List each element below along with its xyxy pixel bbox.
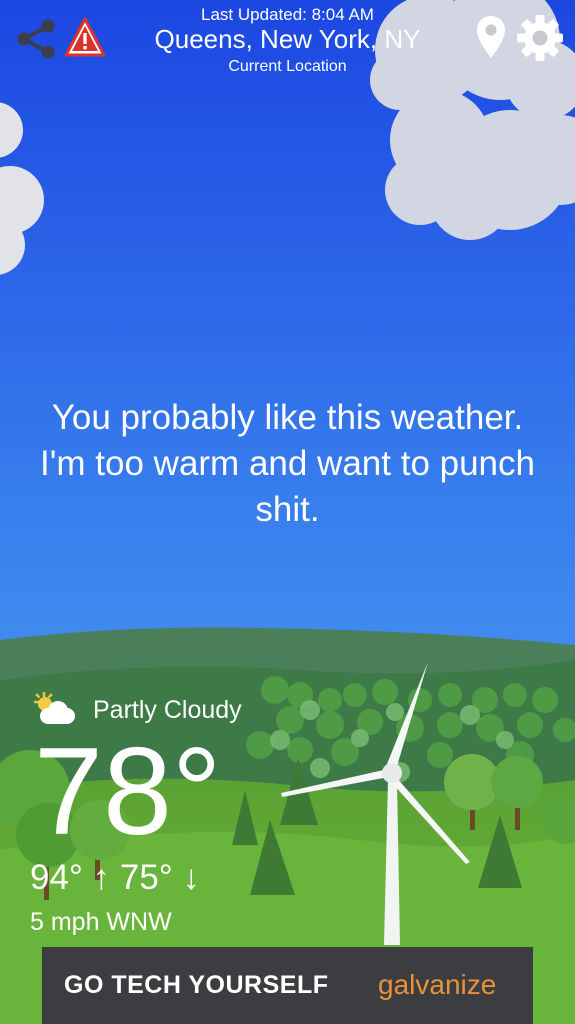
current-location-label: Current Location bbox=[228, 58, 347, 75]
high-low-temperature: 94° ↑ 75° ↓ bbox=[30, 858, 201, 897]
condition-label: Partly Cloudy bbox=[93, 696, 242, 724]
wind-speed: 5 mph WNW bbox=[30, 908, 172, 936]
alert-warning-icon[interactable] bbox=[64, 16, 106, 58]
share-icon[interactable] bbox=[14, 18, 58, 60]
partly-cloudy-icon bbox=[34, 692, 75, 724]
ad-brand-logo: galvanize bbox=[378, 969, 497, 1000]
current-temperature: 78° bbox=[34, 723, 222, 861]
location-pin-icon[interactable] bbox=[474, 14, 508, 60]
ad-banner[interactable]: GO TECH YOURSELF galvanize bbox=[42, 947, 533, 1024]
gear-icon[interactable] bbox=[516, 14, 564, 62]
ad-text: GO TECH YOURSELF bbox=[64, 971, 329, 999]
header: Last Updated: 8:04 AM Queens, New York, … bbox=[0, 0, 575, 90]
weather-message: You probably like this weather. I'm too … bbox=[40, 398, 535, 529]
